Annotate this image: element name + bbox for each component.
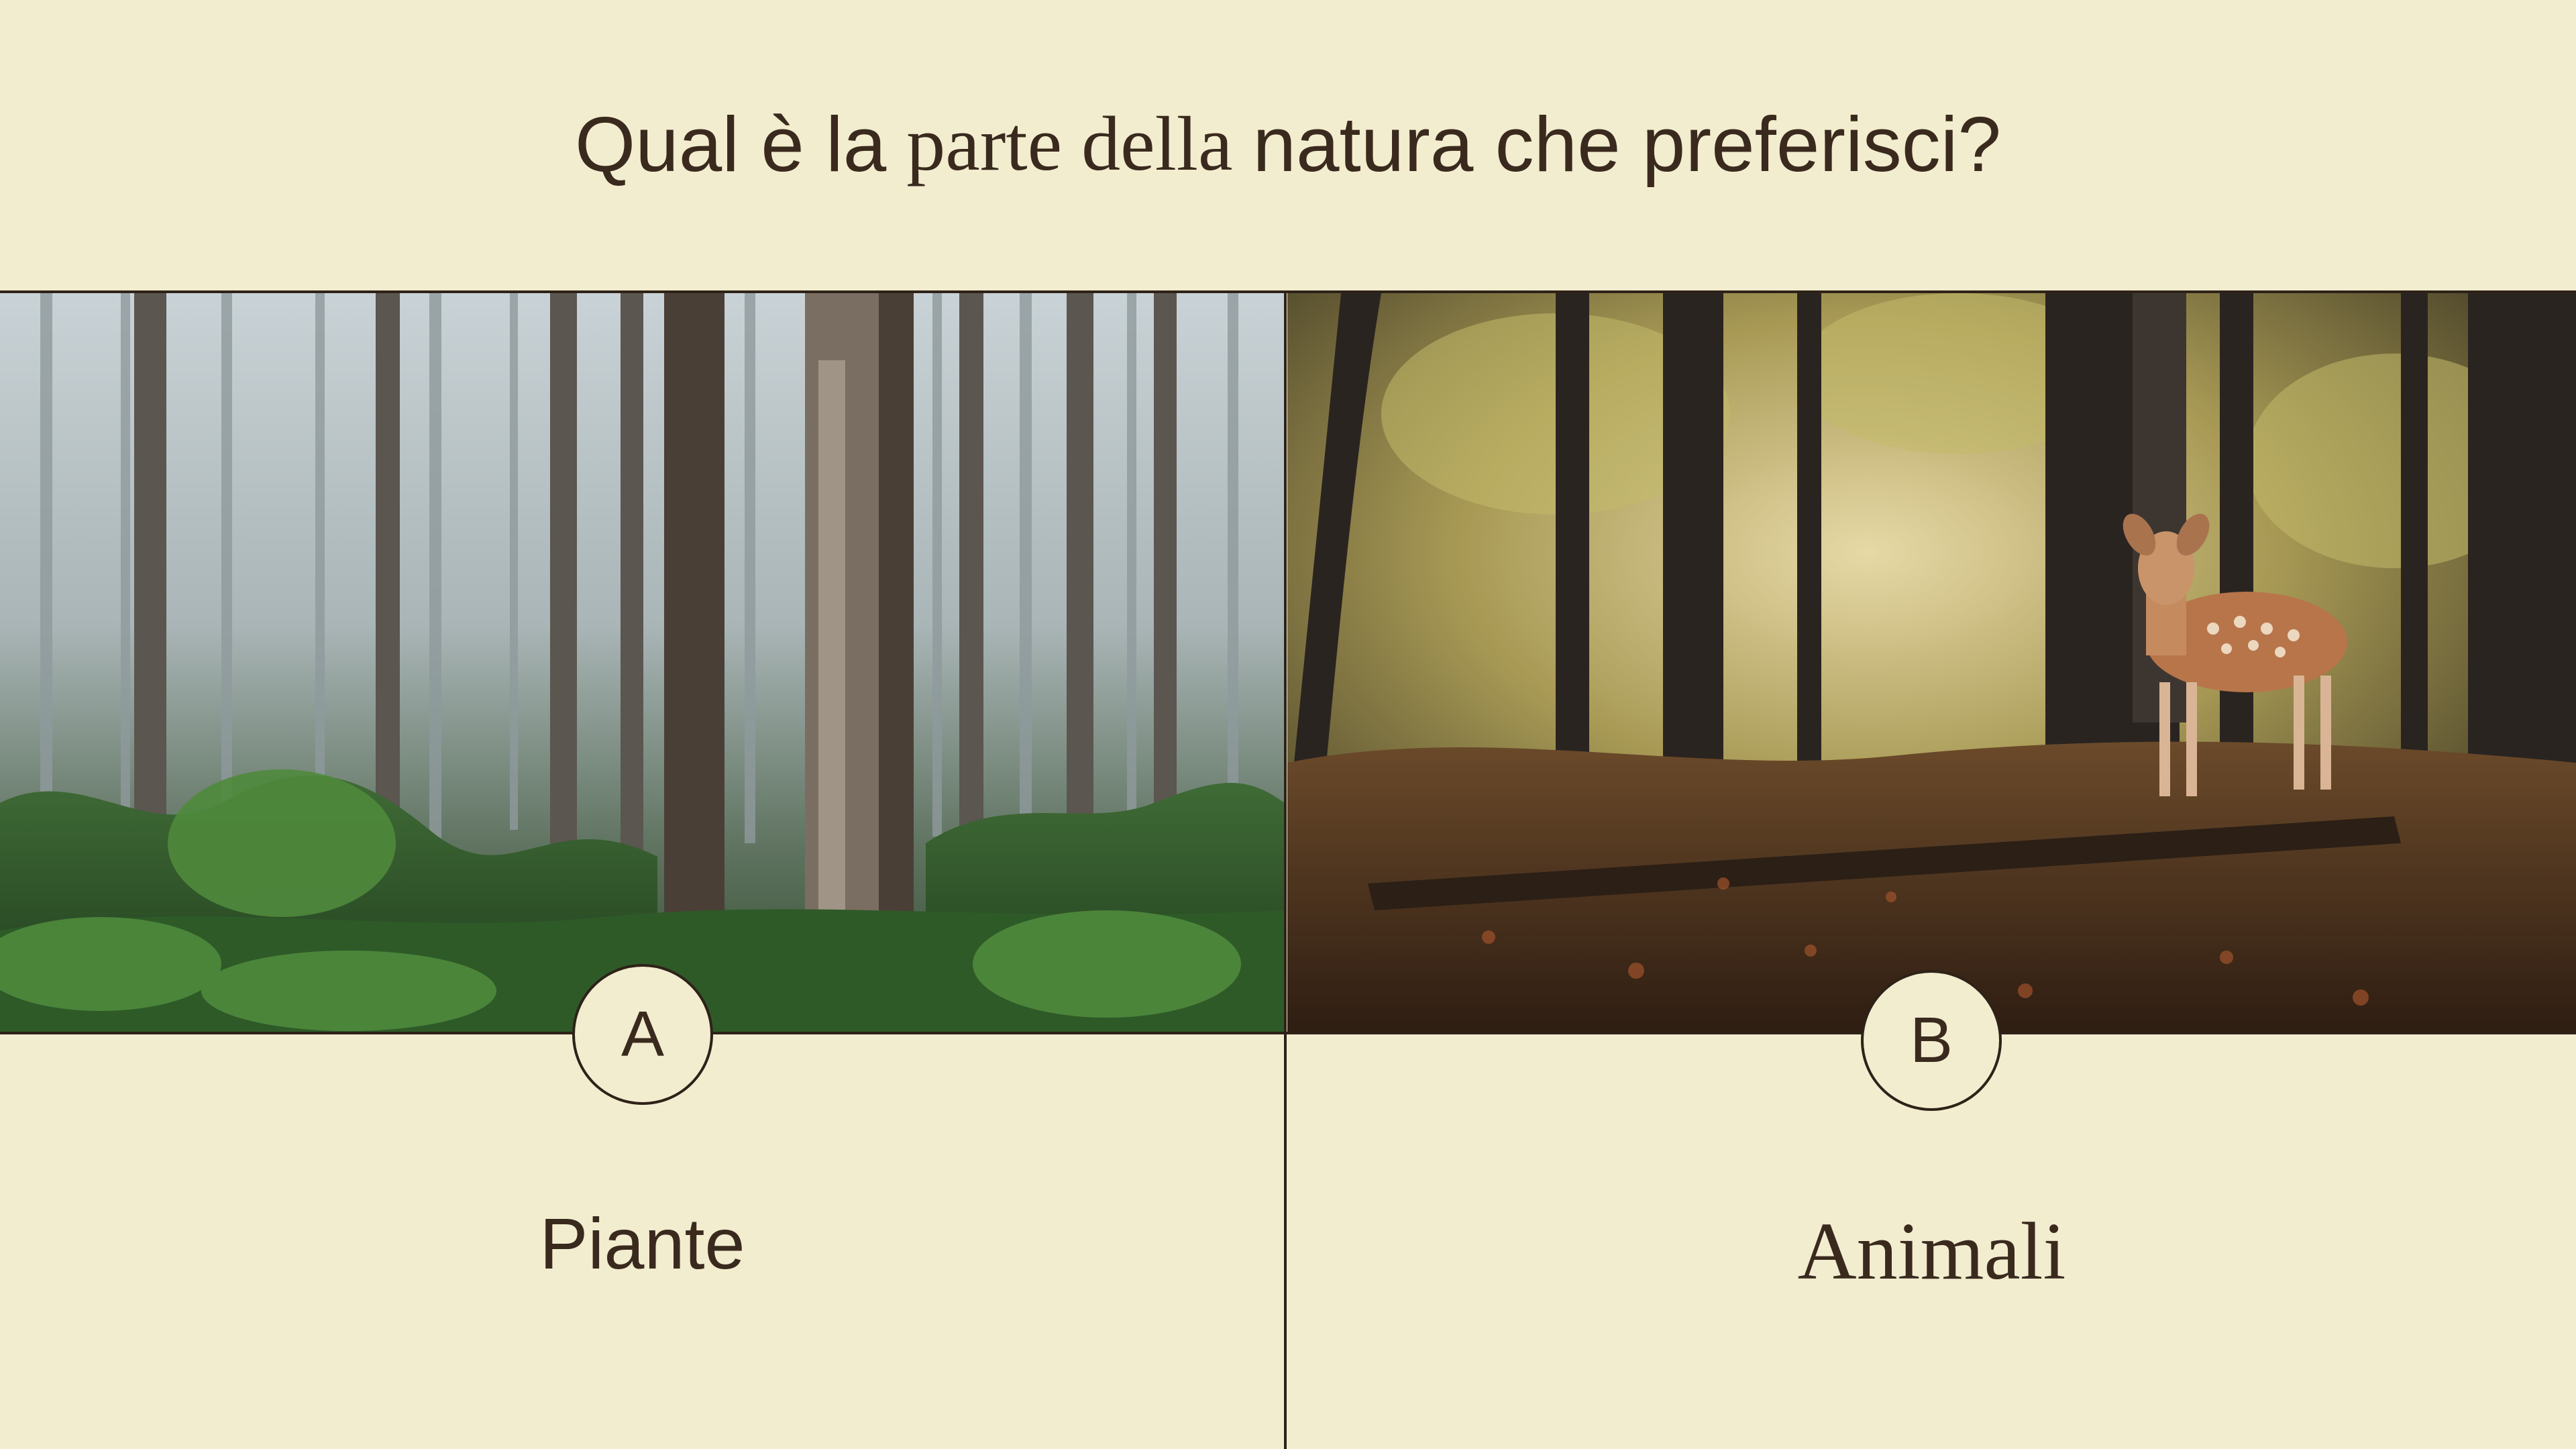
question-part-2: parte della [906,101,1233,187]
option-a-badge[interactable]: A [572,964,713,1105]
deer-in-forest-photo [1287,293,2576,1033]
image-bottom-border [0,1032,2576,1034]
question-part-1: Qual è la [574,101,887,188]
question-title: Qual è la parte della natura che preferi… [0,87,2576,201]
option-b-badge[interactable]: B [1861,970,2002,1111]
option-b-letter: B [1909,1004,1953,1076]
option-a-label[interactable]: Piante [0,1208,1285,1280]
option-a-image[interactable] [0,293,1285,1033]
misty-forest-photo [0,293,1285,1033]
option-b-label[interactable]: Animali [1287,1211,2576,1293]
image-top-border [0,290,2576,293]
question-part-3: natura che preferisci? [1252,101,2002,188]
option-b-image[interactable] [1287,293,2576,1033]
option-a-letter: A [621,998,665,1070]
